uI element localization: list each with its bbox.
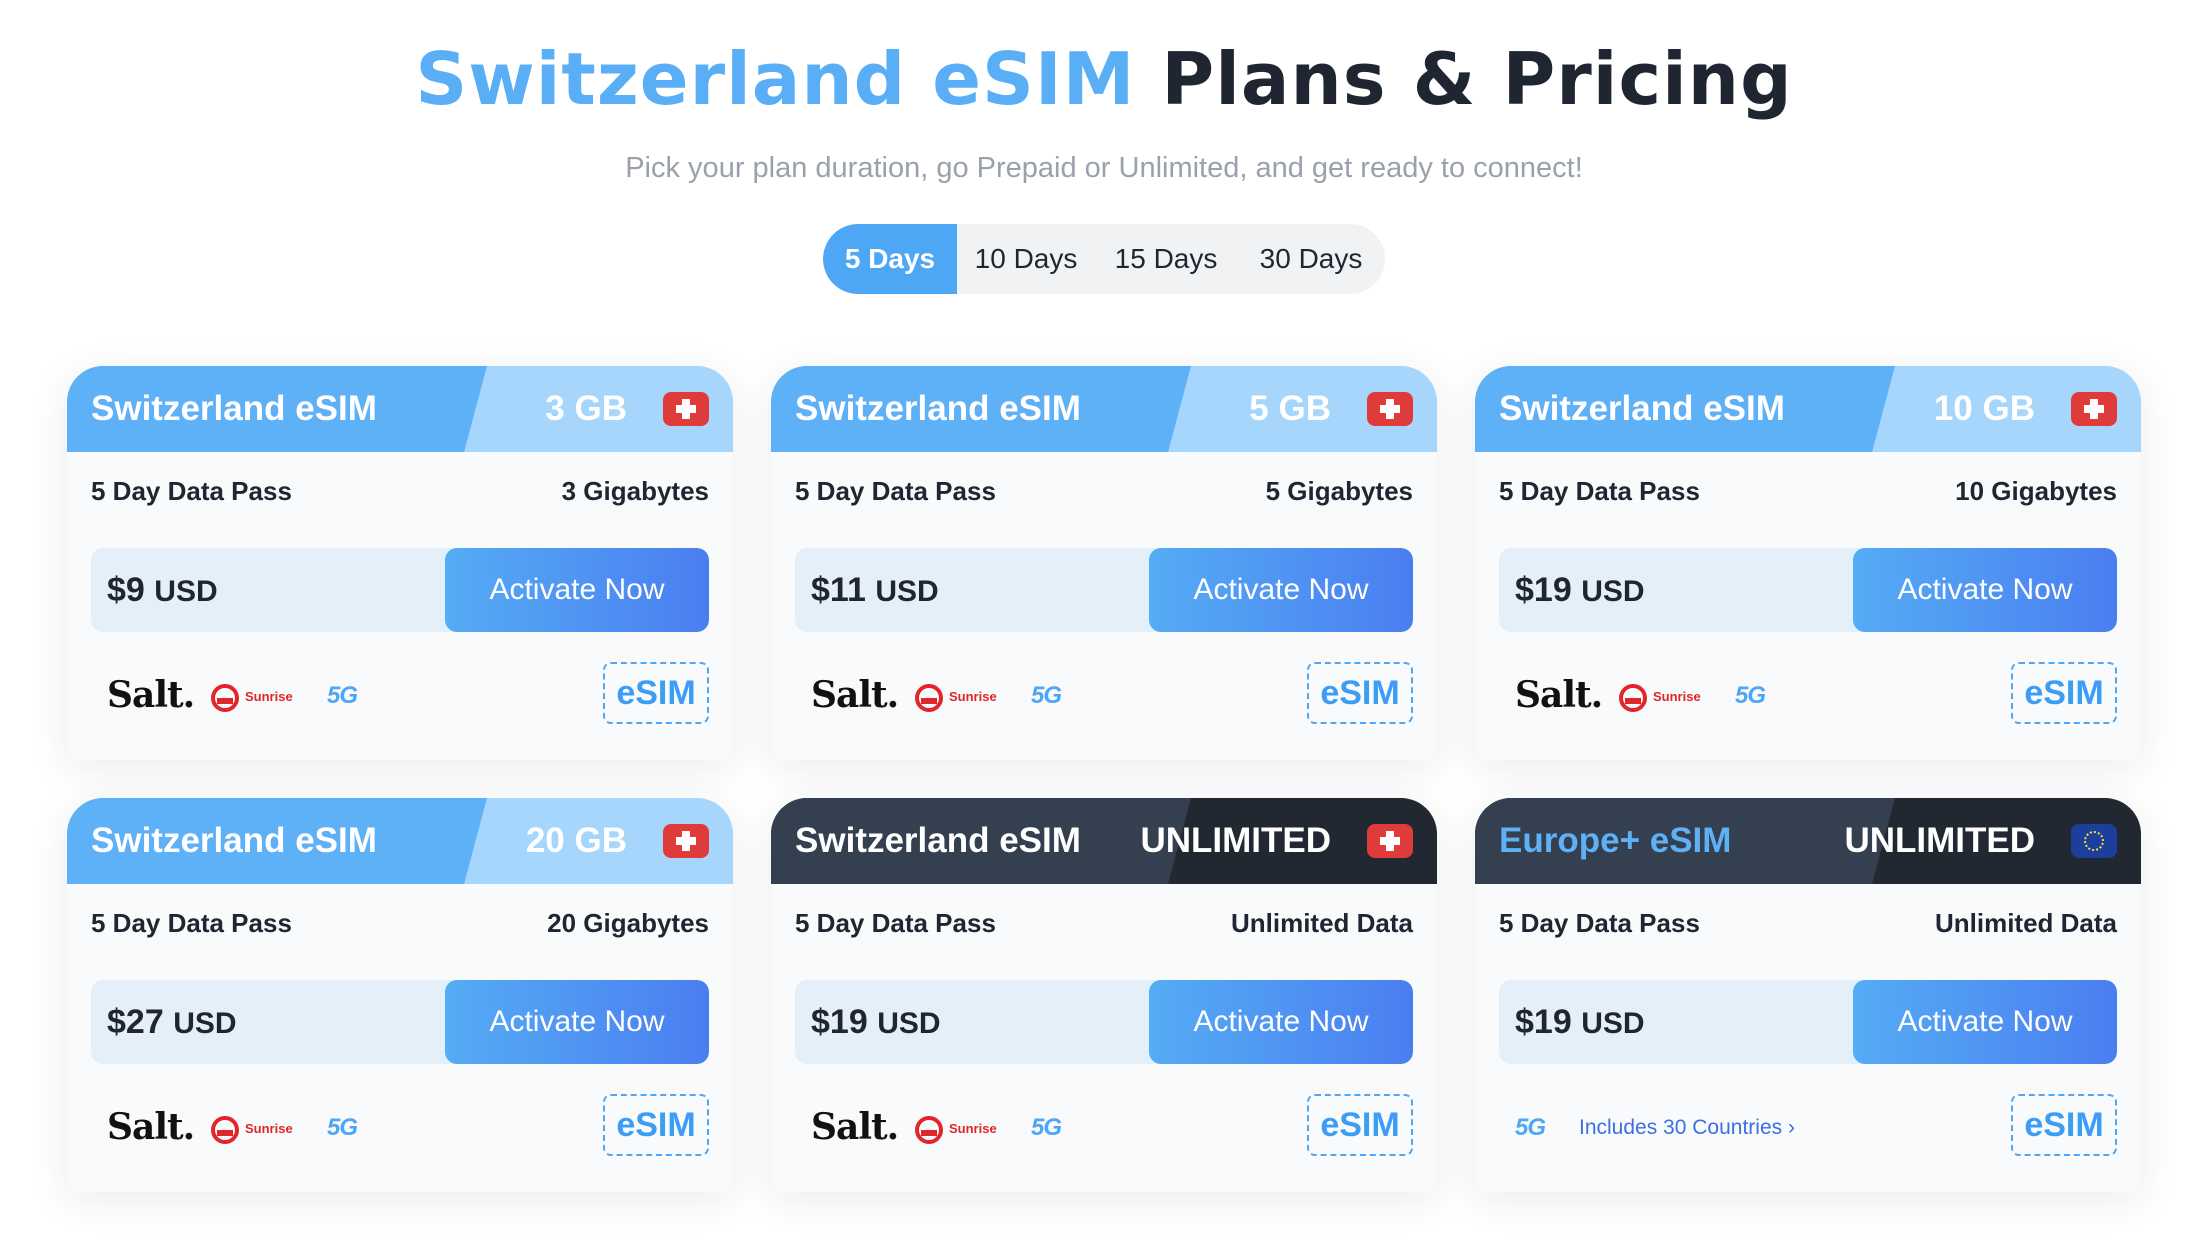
esim-badge: eSIM — [1307, 1094, 1413, 1156]
plan-card-europe-unlimited: Europe+ eSIM UNLIMITED 5 Day Data Pass U… — [1475, 798, 2141, 1192]
esim-badge: eSIM — [2011, 662, 2117, 724]
esim-badge: eSIM — [603, 1094, 709, 1156]
plan-pass-label: 5 Day Data Pass — [91, 476, 292, 506]
plan-pass-label: 5 Day Data Pass — [1499, 908, 1700, 938]
plan-size: 5 GB — [1249, 389, 1331, 428]
activate-now-button[interactable]: Activate Now — [445, 980, 709, 1064]
plan-pass-label: 5 Day Data Pass — [91, 908, 292, 938]
duration-tabs: 5 Days 10 Days 15 Days 30 Days — [823, 224, 1385, 294]
swiss-flag-icon — [663, 824, 709, 858]
5g-icon: 5G — [327, 1114, 358, 1141]
plan-card-3gb: Switzerland eSIM 3 GB 5 Day Data Pass 3 … — [67, 366, 733, 760]
plan-data-amount: Unlimited Data — [1230, 908, 1413, 938]
salt-logo: Salt. — [811, 1106, 899, 1148]
plan-data-amount: 3 Gigabytes — [561, 476, 709, 506]
activate-now-button[interactable]: Activate Now — [1149, 548, 1413, 632]
salt-logo: Salt. — [811, 674, 899, 716]
5g-icon: 5G — [327, 682, 358, 709]
esim-badge: eSIM — [603, 662, 709, 724]
5g-icon: 5G — [1031, 682, 1062, 709]
page-title-highlight: Switzerland eSIM — [415, 37, 1136, 121]
plan-size: 20 GB — [525, 821, 627, 860]
activate-now-button[interactable]: Activate Now — [1853, 980, 2117, 1064]
plan-card-header: Switzerland eSIM 10 GB — [1475, 366, 2141, 452]
operator-logos: 5G Includes 30 Countries › — [1499, 1094, 1939, 1160]
esim-badge: eSIM — [1307, 662, 1413, 724]
plan-pass-label: 5 Day Data Pass — [795, 476, 996, 506]
plan-price: $19 USD — [1515, 571, 1645, 609]
plan-card-20gb: Switzerland eSIM 20 GB 5 Day Data Pass 2… — [67, 798, 733, 1192]
plan-name: Switzerland eSIM — [795, 389, 1081, 428]
tab-5-days[interactable]: 5 Days — [823, 224, 957, 294]
plan-name: Switzerland eSIM — [91, 821, 377, 860]
price-row: $11 USD Activate Now — [795, 548, 1413, 632]
page-title-rest: Plans & Pricing — [1161, 37, 1793, 121]
plan-card-header: Europe+ eSIM UNLIMITED — [1475, 798, 2141, 884]
operator-logos: Salt. Sunrise 5G — [107, 1106, 358, 1148]
plan-price: $11 USD — [811, 571, 939, 609]
price-row: $9 USD Activate Now — [91, 548, 709, 632]
activate-now-button[interactable]: Activate Now — [1853, 548, 2117, 632]
plan-card-10gb: Switzerland eSIM 10 GB 5 Day Data Pass 1… — [1475, 366, 2141, 760]
operator-logos: Salt. Sunrise 5G — [1515, 674, 1766, 716]
operator-logos: Salt. Sunrise 5G — [811, 674, 1062, 716]
swiss-flag-icon — [663, 392, 709, 426]
plan-card-5gb: Switzerland eSIM 5 GB 5 Day Data Pass 5 … — [771, 366, 1437, 760]
plan-data-amount: 20 Gigabytes — [547, 908, 709, 938]
5g-icon: 5G — [1735, 682, 1766, 709]
plan-price: $19 USD — [811, 1003, 941, 1041]
tab-10-days[interactable]: 10 Days — [957, 224, 1095, 294]
plan-card-header: Switzerland eSIM 20 GB — [67, 798, 733, 884]
plan-name: Switzerland eSIM — [1499, 389, 1785, 428]
plan-card-header: Switzerland eSIM 5 GB — [771, 366, 1437, 452]
price-row: $27 USD Activate Now — [91, 980, 709, 1064]
eu-flag-icon — [2071, 824, 2117, 858]
swiss-flag-icon — [1367, 392, 1413, 426]
activate-now-button[interactable]: Activate Now — [445, 548, 709, 632]
plan-price: $9 USD — [107, 571, 218, 609]
activate-now-button[interactable]: Activate Now — [1149, 980, 1413, 1064]
page-subtitle: Pick your plan duration, go Prepaid or U… — [625, 152, 1583, 184]
plan-size: UNLIMITED — [1140, 821, 1331, 860]
5g-icon: 5G — [1031, 1114, 1062, 1141]
plan-size: 3 GB — [545, 389, 627, 428]
swiss-flag-icon — [2071, 392, 2117, 426]
includes-countries-link[interactable]: Includes 30 Countries › — [1579, 1116, 1795, 1140]
salt-logo: Salt. — [107, 1106, 195, 1148]
price-row: $19 USD Activate Now — [1499, 980, 2117, 1064]
price-row: $19 USD Activate Now — [1499, 548, 2117, 632]
esim-badge: eSIM — [2011, 1094, 2117, 1156]
plan-pass-label: 5 Day Data Pass — [795, 908, 996, 938]
tab-15-days[interactable]: 15 Days — [1095, 224, 1237, 294]
plan-data-amount: 10 Gigabytes — [1955, 476, 2117, 506]
plan-card-header: Switzerland eSIM UNLIMITED — [771, 798, 1437, 884]
plan-name: Europe+ eSIM — [1499, 821, 1732, 860]
salt-logo: Salt. — [1515, 674, 1603, 716]
operator-logos: Salt. Sunrise 5G — [107, 674, 358, 716]
operator-logos: Salt. Sunrise 5G — [811, 1106, 1062, 1148]
plan-price: $19 USD — [1515, 1003, 1645, 1041]
plan-pass-label: 5 Day Data Pass — [1499, 476, 1700, 506]
plan-name: Switzerland eSIM — [91, 389, 377, 428]
5g-icon: 5G — [1515, 1114, 1546, 1141]
swiss-flag-icon — [1367, 824, 1413, 858]
plan-card-unlimited: Switzerland eSIM UNLIMITED 5 Day Data Pa… — [771, 798, 1437, 1192]
tab-30-days[interactable]: 30 Days — [1237, 224, 1385, 294]
plan-card-header: Switzerland eSIM 3 GB — [67, 366, 733, 452]
plan-name: Switzerland eSIM — [795, 821, 1081, 860]
plan-data-amount: Unlimited Data — [1934, 908, 2117, 938]
price-row: $19 USD Activate Now — [795, 980, 1413, 1064]
plan-size: 10 GB — [1933, 389, 2035, 428]
page-title: Switzerland eSIM Plans & Pricing — [0, 34, 2208, 124]
plan-data-amount: 5 Gigabytes — [1265, 476, 1413, 506]
salt-logo: Salt. — [107, 674, 195, 716]
plan-size: UNLIMITED — [1844, 821, 2035, 860]
plan-price: $27 USD — [107, 1003, 237, 1041]
